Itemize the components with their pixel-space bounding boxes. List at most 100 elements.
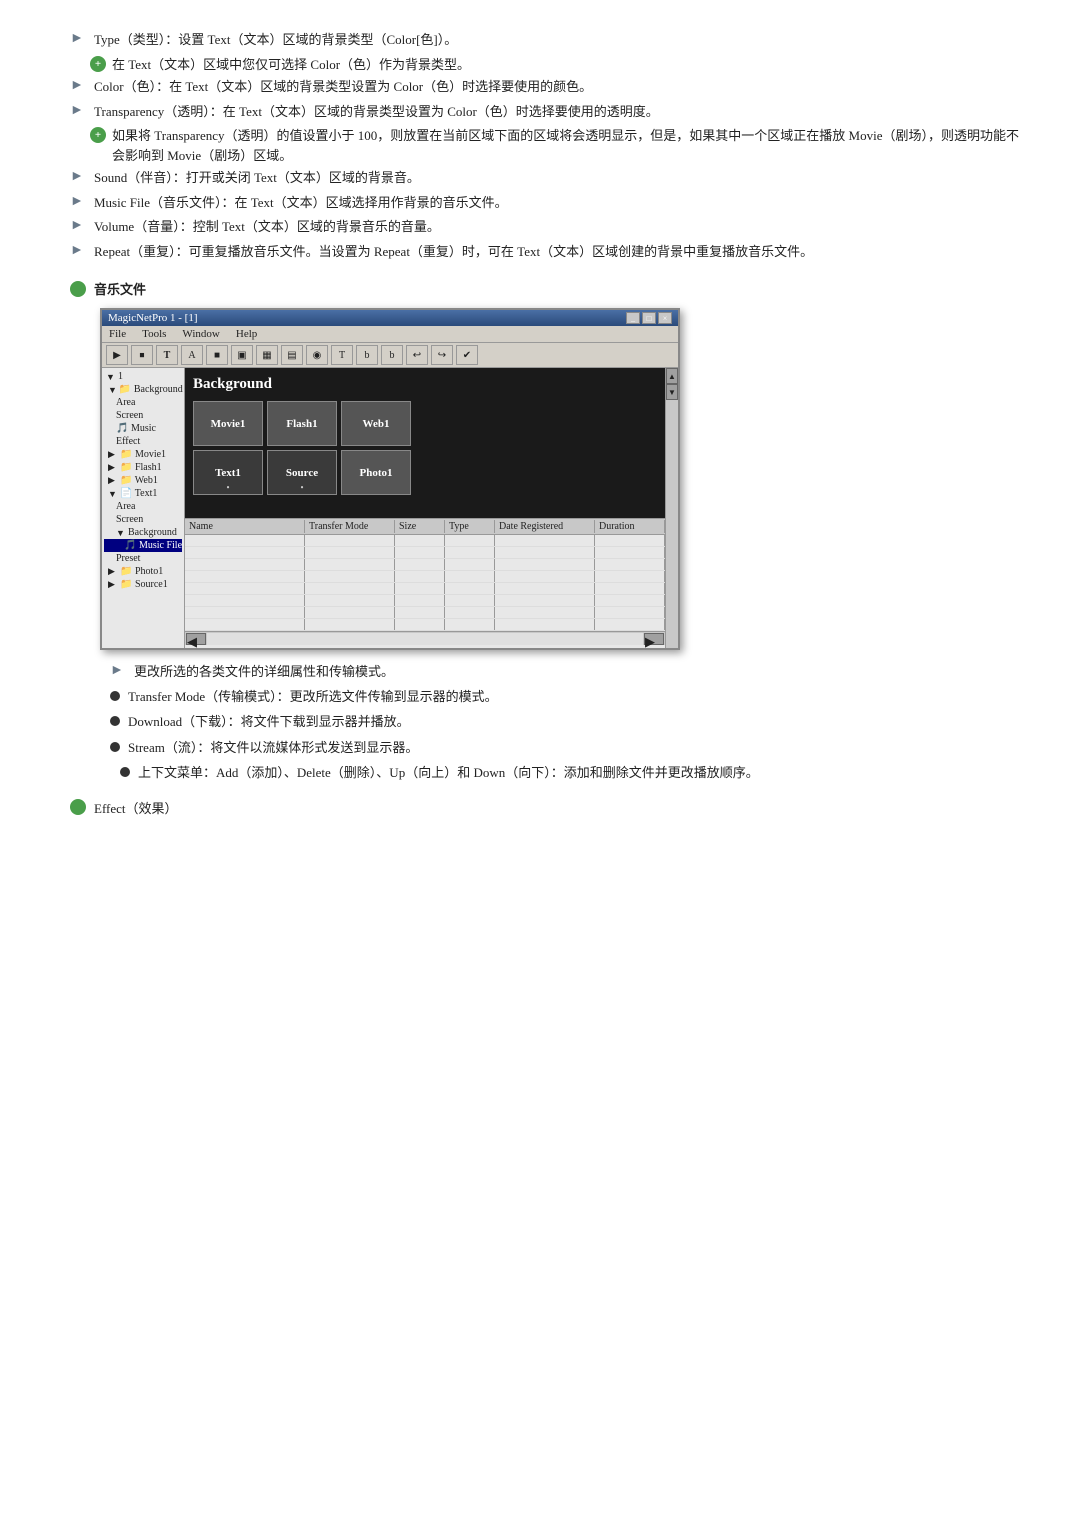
toolbar-btn-9[interactable]: ◉ xyxy=(306,345,328,365)
toolbar-btn-6[interactable]: ▣ xyxy=(231,345,253,365)
cell-size-7 xyxy=(395,607,445,618)
arrow-icon-6: ► xyxy=(70,218,88,236)
maximize-button[interactable]: □ xyxy=(642,312,656,324)
repeat-text: Repeat（重复）：可重复播放音乐文件。当设置为 Repeat（重复）时，可在… xyxy=(94,242,1020,262)
toolbar-btn-3[interactable]: T xyxy=(156,345,178,365)
cell-duration-5 xyxy=(595,583,665,594)
tree-item-photo1[interactable]: ▶📁 Photo1 xyxy=(104,565,182,578)
musicfile-text: Music File（音乐文件）：在 Text（文本）区域选择用作背景的音乐文件… xyxy=(94,193,1020,213)
menu-tools[interactable]: Tools xyxy=(139,327,169,341)
toolbar-btn-14[interactable]: ↪ xyxy=(431,345,453,365)
desc-stream-item: Stream（流）：将文件以流媒体形式发送到显示器。 xyxy=(100,738,1020,758)
tree-item-effect-bg[interactable]: Effect xyxy=(104,435,182,448)
file-row-5[interactable] xyxy=(185,583,665,595)
file-row-7[interactable] xyxy=(185,607,665,619)
cell-flash1[interactable]: Flash1 xyxy=(267,401,337,446)
cell-type-5 xyxy=(445,583,495,594)
toolbar-btn-4[interactable]: A xyxy=(181,345,203,365)
scroll-up-btn[interactable]: ▲ xyxy=(666,368,678,384)
tree-item-area-text[interactable]: Area xyxy=(104,500,182,513)
toolbar-btn-8[interactable]: ▤ xyxy=(281,345,303,365)
cell-date-4 xyxy=(495,571,595,582)
transparency-sub-bullet: + 如果将 Transparency（透明）的值设置小于 100，则放置在当前区… xyxy=(60,126,1020,165)
cell-movie1[interactable]: Movie1 xyxy=(193,401,263,446)
cell-name-3 xyxy=(185,559,305,570)
file-row-8[interactable] xyxy=(185,619,665,631)
arrow-icon: ► xyxy=(70,31,88,49)
vertical-scrollbar[interactable]: ▲ ▼ xyxy=(665,368,678,648)
tree-item-source1[interactable]: ▶📁 Source1 xyxy=(104,578,182,591)
toolbar-btn-15[interactable]: ✔ xyxy=(456,345,478,365)
tree-item-movie1[interactable]: ▶📁 Movie1 xyxy=(104,448,182,461)
tree-item-text1[interactable]: ▼📄 Text1 xyxy=(104,487,182,500)
scroll-track-h[interactable] xyxy=(207,633,643,645)
cell-name-1 xyxy=(185,535,305,546)
col-type: Type xyxy=(445,520,495,533)
menu-help[interactable]: Help xyxy=(233,327,260,341)
toolbar-btn-5[interactable]: ■ xyxy=(206,345,228,365)
menu-window[interactable]: Window xyxy=(179,327,222,341)
tree-item-area-bg[interactable]: Area xyxy=(104,396,182,409)
window-toolbar: ▶ ⏹ T A ■ ▣ ▦ ▤ ◉ T b b ↩ ↪ ✔ xyxy=(102,343,678,368)
window-titlebar: MagicNetPro 1 - [1] _ □ × xyxy=(102,310,678,326)
effect-green-icon xyxy=(70,799,86,815)
horizontal-scrollbar[interactable]: ◀ ▶ xyxy=(185,631,665,645)
toolbar-btn-13[interactable]: ↩ xyxy=(406,345,428,365)
toolbar-btn-10[interactable]: T xyxy=(331,345,353,365)
cell-name-4 xyxy=(185,571,305,582)
scroll-right-btn[interactable]: ▶ xyxy=(644,633,664,645)
toolbar-btn-1[interactable]: ▶ xyxy=(106,345,128,365)
desc-intro-bullet: ► 更改所选的各类文件的详细属性和传输模式。 xyxy=(100,662,1020,682)
cell-type-7 xyxy=(445,607,495,618)
cell-date-1 xyxy=(495,535,595,546)
col-transfer: Transfer Mode xyxy=(305,520,395,533)
cell-text1[interactable]: Text1 xyxy=(193,450,263,495)
scroll-down-btn[interactable]: ▼ xyxy=(666,384,678,400)
desc-bullet-1 xyxy=(110,691,120,701)
toolbar-btn-12[interactable]: b xyxy=(381,345,403,365)
toolbar-btn-7[interactable]: ▦ xyxy=(256,345,278,365)
cell-size-8 xyxy=(395,619,445,630)
tree-item-screen-text[interactable]: Screen xyxy=(104,513,182,526)
cell-duration-8 xyxy=(595,619,665,630)
desc-bullet-3 xyxy=(110,742,120,752)
cell-web1[interactable]: Web1 xyxy=(341,401,411,446)
file-row-6[interactable] xyxy=(185,595,665,607)
cell-source[interactable]: Source xyxy=(267,450,337,495)
cell-size-3 xyxy=(395,559,445,570)
tree-item-background[interactable]: ▼📁 Background xyxy=(104,383,182,396)
tree-item-web1[interactable]: ▶📁 Web1 xyxy=(104,474,182,487)
window-controls[interactable]: _ □ × xyxy=(626,312,672,324)
file-list-area: Name Transfer Mode Size Type Date Regist… xyxy=(185,518,665,648)
cell-type-6 xyxy=(445,595,495,606)
col-name: Name xyxy=(185,520,305,533)
scroll-left-btn[interactable]: ◀ xyxy=(186,633,206,645)
file-row-4[interactable] xyxy=(185,571,665,583)
transparency-text: Transparency（透明）：在 Text（文本）区域的背景类型设置为 Co… xyxy=(94,102,1020,122)
minimize-button[interactable]: _ xyxy=(626,312,640,324)
cell-duration-3 xyxy=(595,559,665,570)
plus-icon: + xyxy=(90,56,106,72)
menu-file[interactable]: File xyxy=(106,327,129,341)
arrow-icon-4: ► xyxy=(70,169,88,187)
file-row-2[interactable] xyxy=(185,547,665,559)
desc-transfer-text: Transfer Mode（传输模式）：更改所选文件传输到显示器的模式。 xyxy=(128,687,498,707)
tree-item-screen-bg[interactable]: Screen xyxy=(104,409,182,422)
file-row-1[interactable] xyxy=(185,535,665,547)
tree-item-preset-text[interactable]: Preset xyxy=(104,552,182,565)
volume-text: Volume（音量）：控制 Text（文本）区域的背景音乐的音量。 xyxy=(94,217,1020,237)
cell-duration-2 xyxy=(595,547,665,558)
toolbar-btn-2[interactable]: ⏹ xyxy=(131,345,153,365)
file-row-3[interactable] xyxy=(185,559,665,571)
tree-item-music-file[interactable]: 🎵 Music File xyxy=(104,539,182,552)
tree-item-flash1[interactable]: ▶📁 Flash1 xyxy=(104,461,182,474)
col-duration: Duration xyxy=(595,520,665,533)
cell-photo1[interactable]: Photo1 xyxy=(341,450,411,495)
close-button[interactable]: × xyxy=(658,312,672,324)
tree-item-music-bg[interactable]: 🎵 Music xyxy=(104,422,182,435)
tree-item-root[interactable]: ▼1 xyxy=(104,370,182,383)
type-sub-text: 在 Text（文本）区域中您仅可选择 Color（色）作为背景类型。 xyxy=(112,55,1020,75)
toolbar-btn-11[interactable]: b xyxy=(356,345,378,365)
tree-item-background-text[interactable]: ▼Background xyxy=(104,526,182,539)
type-sub-bullet: + 在 Text（文本）区域中您仅可选择 Color（色）作为背景类型。 xyxy=(60,55,1020,75)
